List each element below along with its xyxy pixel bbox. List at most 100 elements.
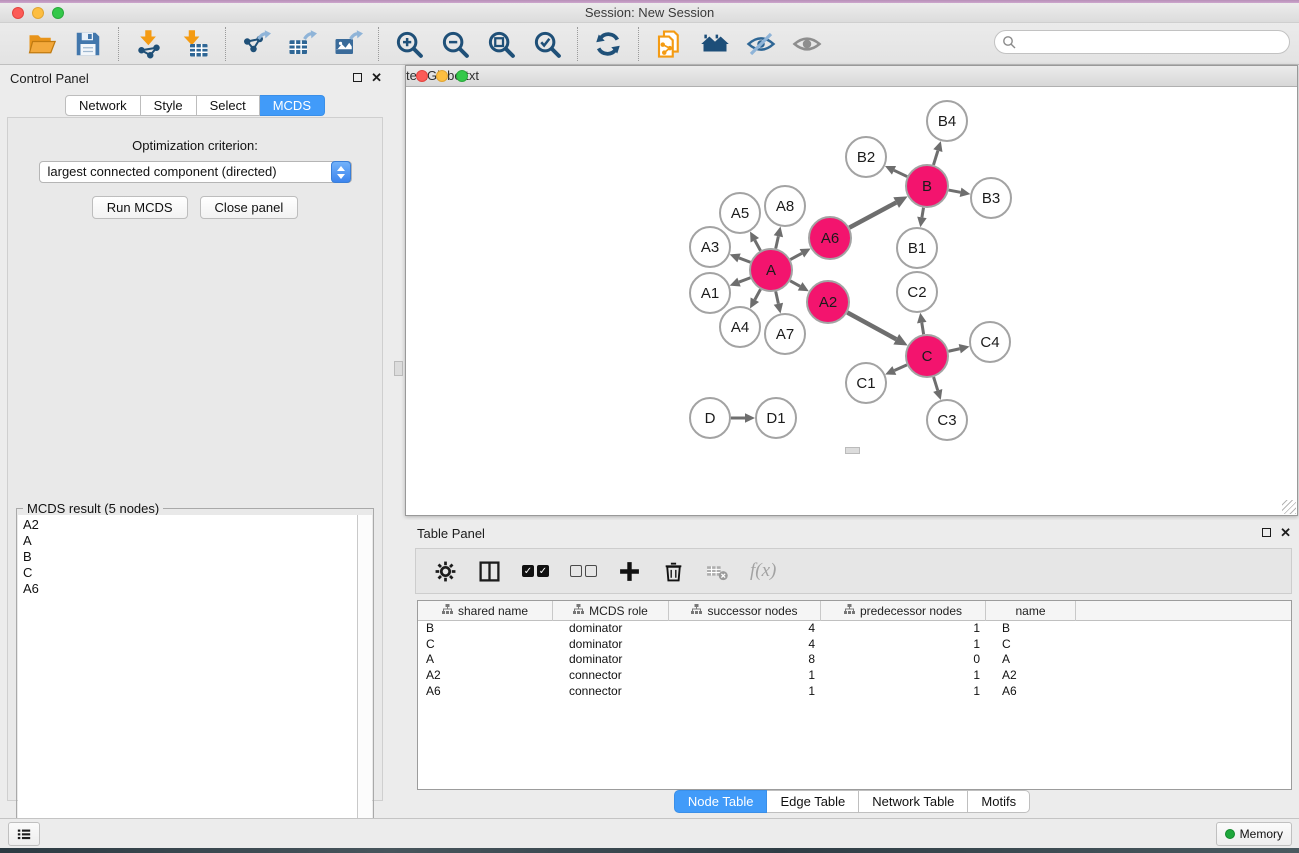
edge-A-A5[interactable] (755, 240, 761, 250)
edge-B-B1[interactable] (922, 208, 924, 218)
edge-A6-B[interactable] (849, 203, 896, 228)
refresh-icon[interactable] (592, 28, 624, 60)
export-network-icon[interactable] (240, 28, 272, 60)
edge-C-C1[interactable] (894, 365, 907, 371)
result-list-item[interactable]: A6 (18, 581, 357, 597)
deselect-all-checkboxes-icon[interactable] (570, 565, 597, 577)
table-cell[interactable]: A2 (986, 668, 1076, 684)
result-list-item[interactable]: C (18, 565, 357, 581)
table-cell[interactable]: C (986, 637, 1076, 653)
open-network-file-icon[interactable] (653, 28, 685, 60)
tab-style[interactable]: Style (141, 95, 197, 116)
table-cell[interactable]: 1 (821, 684, 986, 700)
edge-A-A8[interactable] (776, 236, 779, 248)
table-cell[interactable]: B (418, 621, 553, 637)
table-float-panel-icon[interactable] (1262, 528, 1271, 537)
network-minimize-traffic-light[interactable] (436, 70, 448, 82)
network-close-traffic-light[interactable] (416, 70, 428, 82)
float-panel-icon[interactable] (353, 73, 362, 82)
table-cell[interactable]: 4 (669, 621, 821, 637)
edge-A-A6[interactable] (790, 253, 802, 259)
table-cell[interactable]: C (418, 637, 553, 653)
table-cell[interactable]: 1 (821, 668, 986, 684)
edge-B-B4[interactable] (933, 151, 937, 165)
table-cell[interactable]: B (986, 621, 1076, 637)
minimize-traffic-light[interactable] (32, 7, 44, 19)
edge-B-B2[interactable] (894, 170, 907, 176)
edge-A2-C[interactable] (847, 313, 896, 340)
table-cell[interactable]: 1 (669, 668, 821, 684)
task-history-button[interactable] (8, 822, 40, 846)
zoom-traffic-light[interactable] (52, 7, 64, 19)
result-list-scrollbar[interactable] (358, 515, 372, 844)
zoom-fit-icon[interactable] (485, 28, 517, 60)
edge-A-A3[interactable] (739, 258, 750, 262)
table-cell[interactable]: 0 (821, 652, 986, 668)
horizontal-splitter-handle[interactable] (845, 447, 860, 454)
column-header-MCDS-role[interactable]: MCDS role (553, 601, 669, 621)
table-cell[interactable]: dominator (553, 637, 669, 653)
app-titlebar[interactable]: Session: New Session (0, 3, 1299, 23)
tab-network-table[interactable]: Network Table (859, 790, 968, 813)
table-cell[interactable]: connector (553, 668, 669, 684)
zoom-in-icon[interactable] (393, 28, 425, 60)
zoom-out-icon[interactable] (439, 28, 471, 60)
import-table-icon[interactable] (179, 28, 211, 60)
table-cell[interactable]: A6 (986, 684, 1076, 700)
table-row[interactable]: A6connector11A6 (418, 684, 1291, 700)
table-cell[interactable]: 1 (669, 684, 821, 700)
tab-edge-table[interactable]: Edge Table (767, 790, 859, 813)
table-cell[interactable]: connector (553, 684, 669, 700)
table-cell[interactable]: dominator (553, 652, 669, 668)
zoom-selected-icon[interactable] (531, 28, 563, 60)
criterion-dropdown[interactable]: largest connected component (directed) (39, 161, 352, 183)
table-row[interactable]: Bdominator41B (418, 621, 1291, 637)
run-mcds-button[interactable]: Run MCDS (92, 196, 188, 219)
delete-column-icon[interactable] (662, 560, 685, 583)
show-eye-icon[interactable] (791, 28, 823, 60)
vertical-splitter-handle[interactable] (394, 361, 403, 376)
export-table-icon[interactable] (286, 28, 318, 60)
dropdown-stepper-icon[interactable] (331, 161, 351, 183)
table-cell[interactable]: 1 (821, 637, 986, 653)
table-cell[interactable]: dominator (553, 621, 669, 637)
tab-network[interactable]: Network (65, 95, 141, 116)
tab-mcds[interactable]: MCDS (260, 95, 325, 116)
table-cell[interactable]: A (418, 652, 553, 668)
close-traffic-light[interactable] (12, 7, 24, 19)
hide-annotations-icon[interactable] (745, 28, 777, 60)
edge-A-A1[interactable] (739, 278, 750, 282)
result-list-item[interactable]: A (18, 533, 357, 549)
column-header-successor-nodes[interactable]: successor nodes (669, 601, 821, 621)
edge-A-A7[interactable] (776, 291, 779, 303)
edge-C-C3[interactable] (934, 377, 938, 390)
tab-node-table[interactable]: Node Table (674, 790, 768, 813)
network-window-titlebar[interactable]: testGlobe.txt (406, 66, 1297, 87)
window-resize-grip[interactable] (1282, 500, 1296, 514)
result-list-item[interactable]: A2 (18, 517, 357, 533)
home-icon[interactable] (699, 28, 731, 60)
network-zoom-traffic-light[interactable] (456, 70, 468, 82)
column-header-name[interactable]: name (986, 601, 1076, 621)
edge-C-C4[interactable] (948, 349, 959, 352)
column-layout-icon[interactable] (478, 560, 501, 583)
edge-C-C2[interactable] (922, 323, 924, 335)
open-session-icon[interactable] (26, 28, 58, 60)
result-list-item[interactable]: B (18, 549, 357, 565)
memory-button[interactable]: Memory (1216, 822, 1292, 846)
edge-B-B3[interactable] (949, 190, 961, 192)
import-network-icon[interactable] (133, 28, 165, 60)
table-row[interactable]: A2connector11A2 (418, 668, 1291, 684)
column-header-predecessor-nodes[interactable]: predecessor nodes (821, 601, 986, 621)
add-column-icon[interactable] (618, 560, 641, 583)
export-image-icon[interactable] (332, 28, 364, 60)
table-cell[interactable]: 1 (821, 621, 986, 637)
table-close-panel-icon[interactable]: ✕ (1280, 527, 1291, 538)
edge-A-A4[interactable] (755, 289, 761, 299)
table-row[interactable]: Adominator80A (418, 652, 1291, 668)
tab-select[interactable]: Select (197, 95, 260, 116)
table-cell[interactable]: 4 (669, 637, 821, 653)
settings-gear-icon[interactable] (434, 560, 457, 583)
close-panel-icon[interactable]: ✕ (371, 72, 382, 83)
select-all-checkboxes-icon[interactable]: ✓✓ (522, 565, 549, 577)
